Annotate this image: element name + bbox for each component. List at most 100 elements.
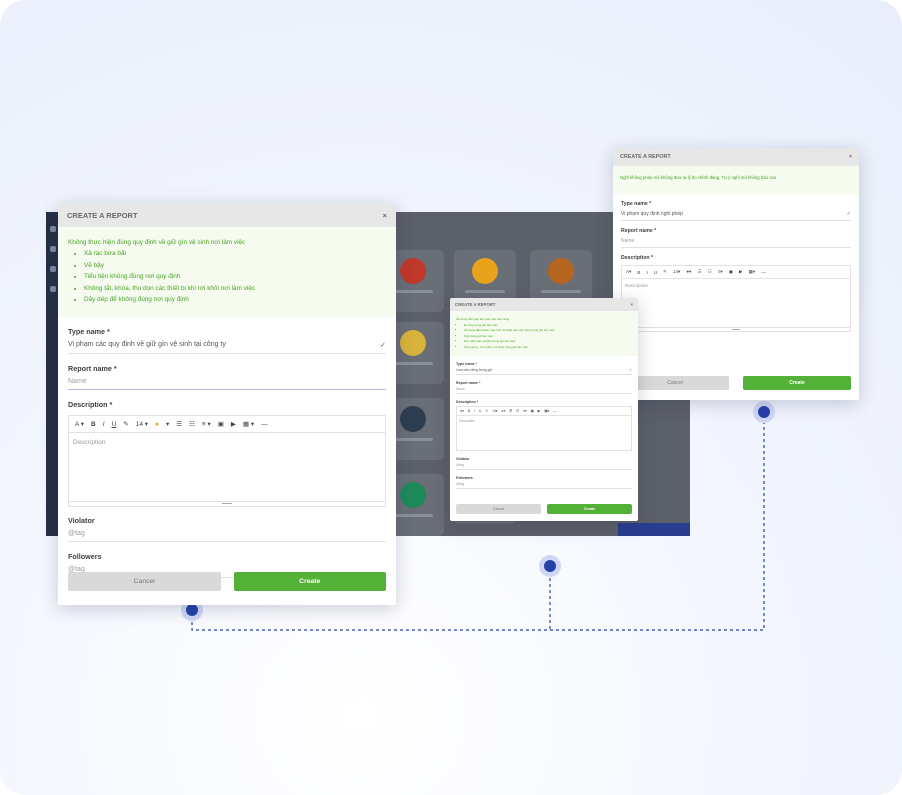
connector-dot-right (753, 401, 775, 423)
underline-button[interactable]: U (112, 421, 117, 428)
dialog-title: CREATE A REPORT (67, 210, 138, 220)
guidance-intro: Không thực hiện đúng quy định về giữ gìn… (68, 239, 246, 246)
bold-button[interactable]: B (637, 270, 640, 275)
bullet-list-icon[interactable]: ☰ (176, 420, 182, 428)
close-icon[interactable]: × (849, 154, 852, 160)
description-label: Description * (621, 255, 653, 261)
video-icon[interactable]: ▶ (739, 269, 743, 275)
dialog-header: CREATE A REPORT × (450, 298, 638, 311)
report-name-input[interactable]: Name (621, 234, 851, 248)
image-icon[interactable]: ▣ (729, 269, 733, 275)
underline-button[interactable]: U (479, 409, 481, 413)
table-icon[interactable]: ▦▾ (544, 409, 549, 413)
report-name-input[interactable]: Name (456, 385, 632, 394)
description-label: Description * (68, 400, 113, 410)
font-icon[interactable]: A▾ (626, 269, 631, 275)
font-icon[interactable]: A ▾ (75, 420, 84, 428)
guidance-intro: Nghỉ không phép mà không đưa ra lý do ch… (620, 175, 778, 180)
description-label: Description * (456, 400, 479, 404)
description-editor[interactable]: A▾ B I U ✎ 14▾ ●▾ ☰ ☷ ≡▾ ▣ ▶ ▦▾ — Description (456, 406, 632, 451)
cancel-button[interactable]: Cancel (456, 504, 541, 514)
image-icon[interactable]: ▣ (218, 420, 224, 428)
hr-icon[interactable]: — (553, 409, 556, 413)
table-icon[interactable]: ▦ ▾ (243, 420, 254, 428)
align-icon[interactable]: ≡ ▾ (202, 420, 211, 428)
eraser-icon[interactable]: ✎ (663, 269, 667, 275)
resize-handle[interactable] (622, 327, 850, 331)
type-name-label: Type name * (68, 327, 110, 337)
number-list-icon[interactable]: ☷ (708, 269, 712, 275)
report-name-label: Report name * (68, 364, 117, 374)
followers-input[interactable]: @tag (456, 480, 632, 489)
checkmark-icon: ✓ (846, 211, 851, 217)
align-icon[interactable]: ≡▾ (718, 269, 723, 275)
create-report-dialog-main: CREATE A REPORT × Không thực hiện đúng q… (58, 203, 396, 605)
eraser-icon[interactable]: ✎ (123, 420, 128, 428)
editor-toolbar: A▾ B I U ✎ 14▾ ●▾ ☰ ☷ ≡▾ ▣ ▶ ▦▾ — (457, 407, 631, 416)
bullet-list-icon[interactable]: ☰ (697, 269, 701, 275)
description-placeholder[interactable]: Description (622, 279, 850, 327)
violator-input[interactable]: @tag (456, 461, 632, 470)
video-icon[interactable]: ▶ (538, 409, 541, 413)
color-icon[interactable]: ●▾ (686, 269, 691, 275)
align-icon[interactable]: ≡▾ (523, 409, 527, 413)
description-placeholder[interactable]: Description (457, 416, 631, 450)
font-size-select[interactable]: 14▾ (492, 409, 497, 413)
close-icon[interactable]: × (630, 302, 633, 307)
hr-icon[interactable]: — (261, 421, 268, 428)
dialog-header: CREATE A REPORT × (58, 203, 396, 227)
number-list-icon[interactable]: ☷ (189, 420, 195, 428)
image-icon[interactable]: ▣ (531, 409, 534, 413)
bold-button[interactable]: B (91, 421, 96, 428)
violator-input[interactable]: @tag (68, 525, 386, 543)
create-report-dialog-center: CREATE A REPORT × Sử dụng thời gian làm … (450, 298, 638, 521)
dialog-title: CREATE A REPORT (455, 302, 496, 307)
close-icon[interactable]: × (383, 211, 387, 220)
type-name-select[interactable]: Làm việc riêng trong giờ ✓ (456, 366, 632, 375)
connector-dot-center (539, 555, 561, 577)
color-icon[interactable]: ●▾ (501, 409, 505, 413)
font-icon[interactable]: A▾ (460, 409, 464, 413)
number-list-icon[interactable]: ☷ (516, 409, 519, 413)
description-editor[interactable]: A ▾ B I U ✎ 14 ▾ ● ▾ ☰ ☷ ≡ ▾ ▣ ▶ ▦ ▾ — D… (68, 415, 386, 508)
canvas: CREATE A REPORT × Nghỉ không phép mà khô… (0, 0, 902, 795)
font-size-select[interactable]: 14 ▾ (136, 420, 148, 428)
italic-button[interactable]: I (474, 409, 475, 413)
create-report-dialog-right: CREATE A REPORT × Nghỉ không phép mà khô… (613, 148, 859, 400)
italic-button[interactable]: I (103, 421, 105, 428)
bold-button[interactable]: B (468, 409, 470, 413)
dialog-title: CREATE A REPORT (620, 154, 671, 160)
color-icon[interactable]: ● (155, 421, 159, 428)
italic-button[interactable]: I (646, 270, 647, 275)
checkmark-icon: ✓ (380, 342, 386, 350)
report-name-input[interactable]: Name (68, 373, 386, 391)
underline-button[interactable]: U (654, 270, 657, 275)
font-size-select[interactable]: 14▾ (673, 269, 680, 275)
video-icon[interactable]: ▶ (231, 420, 236, 428)
create-button[interactable]: Create (547, 504, 632, 514)
create-button[interactable]: Create (233, 572, 386, 591)
guidance-item: Xả rác bừa bãi (84, 248, 386, 259)
guidance-item: Chơi game, xem phim, ca nhạc trong giờ l… (464, 345, 632, 351)
type-name-select[interactable]: Vi phạm các quy định về giữ gìn vệ sinh … (68, 336, 386, 355)
report-guidance-note: Không thực hiện đúng quy định về giữ gìn… (58, 227, 396, 318)
cancel-button[interactable]: Cancel (68, 572, 221, 591)
guidance-item: Dây dép để không đúng nơi quy định (84, 294, 386, 305)
create-button[interactable]: Create (743, 376, 851, 390)
violator-label: Violator (68, 516, 95, 526)
checkmark-icon: ✓ (629, 368, 632, 372)
table-icon[interactable]: ▦▾ (749, 269, 756, 275)
bullet-list-icon[interactable]: ☰ (509, 409, 512, 413)
description-editor[interactable]: A▾ B I U ✎ 14▾ ●▾ ☰ ☷ ≡▾ ▣ ▶ ▦▾ — Description (621, 265, 851, 332)
type-name-select[interactable]: Vi phạm quy định nghỉ phép ✓ (621, 207, 851, 221)
followers-label: Followers (68, 552, 102, 562)
chevron-down-icon[interactable]: ▾ (166, 420, 169, 428)
editor-toolbar: A▾ B I U ✎ 14▾ ●▾ ☰ ☷ ≡▾ ▣ ▶ ▦▾ — (622, 266, 850, 279)
hr-icon[interactable]: — (761, 270, 766, 275)
editor-toolbar: A ▾ B I U ✎ 14 ▾ ● ▾ ☰ ☷ ≡ ▾ ▣ ▶ ▦ ▾ — (69, 416, 385, 434)
eraser-icon[interactable]: ✎ (485, 409, 488, 413)
resize-handle[interactable] (69, 501, 385, 506)
report-guidance-note: Nghỉ không phép mà không đưa ra lý do ch… (613, 166, 859, 194)
guidance-item: Vẽ bậy (84, 260, 386, 271)
description-placeholder[interactable]: Description (69, 433, 385, 501)
